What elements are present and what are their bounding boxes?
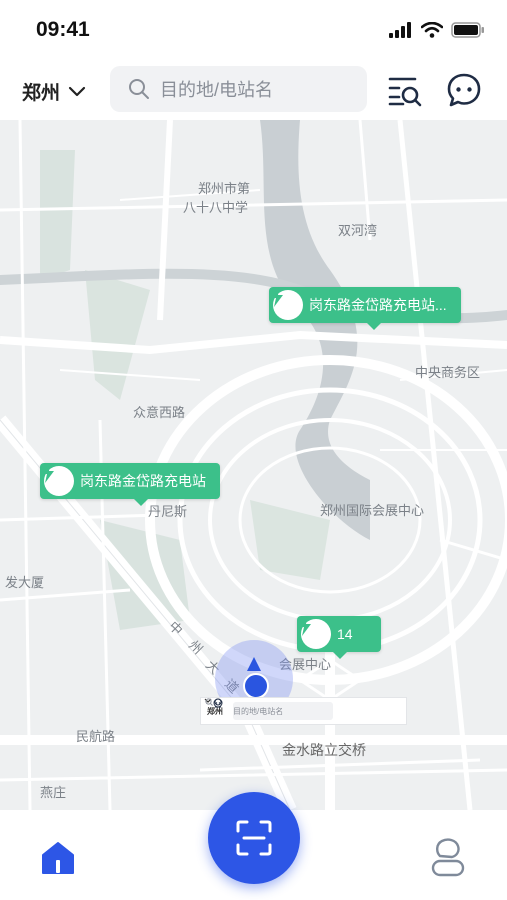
message-icon: [213, 698, 223, 708]
search-input[interactable]: 目的地/电站名: [110, 66, 367, 112]
map-label: 双河湾: [338, 223, 378, 238]
location-dot: [243, 673, 269, 699]
map-label: 丹尼斯: [148, 504, 188, 519]
search-placeholder: 目的地/电站名: [160, 80, 274, 100]
profile-icon[interactable]: [430, 838, 466, 878]
map-label: 郑州市第: [198, 181, 251, 196]
map-label: 中央商务区: [415, 365, 481, 380]
mini-header-preview: 郑州 目的地/电站名: [200, 697, 407, 725]
map-label: 众意西路: [133, 405, 186, 420]
map-label: 郑州国际会展中心: [320, 503, 425, 518]
status-icons: [389, 22, 485, 38]
search-icon: [129, 79, 149, 99]
map-label: 金水路立交桥: [282, 742, 366, 758]
signal-icon: [389, 22, 411, 38]
home-icon[interactable]: [40, 840, 76, 876]
top-header: 郑州 目的地/电站名: [0, 60, 507, 120]
lightning-icon: [42, 463, 74, 496]
scan-icon: [236, 820, 272, 856]
mini-search-input: 目的地/电站名: [205, 698, 333, 720]
status-bar: 09:41: [0, 0, 507, 60]
station-pin-label: 岗东路金岱路充电站: [80, 473, 206, 489]
station-pin-label: 14: [337, 626, 353, 642]
chevron-down-icon: [68, 86, 86, 96]
station-pin[interactable]: 14: [297, 616, 381, 659]
city-selector[interactable]: 郑州: [22, 78, 86, 105]
battery-icon: [451, 22, 484, 38]
map-label: 发大厦: [5, 575, 45, 590]
wifi-icon: [421, 22, 443, 38]
list-search-icon[interactable]: [387, 72, 423, 108]
map-label: 民航路: [76, 729, 116, 744]
map-label: 八十八中学: [183, 200, 249, 215]
map-label: 燕庄: [40, 785, 67, 800]
lightning-icon: [299, 616, 331, 649]
station-pin-label: 岗东路金岱路充电站...: [309, 297, 447, 313]
message-icon[interactable]: [446, 72, 482, 108]
lightning-icon: [271, 287, 303, 320]
scan-button[interactable]: [208, 792, 300, 884]
status-time: 09:41: [36, 18, 90, 41]
city-label: 郑州: [22, 83, 61, 104]
station-pin[interactable]: 岗东路金岱路充电站: [40, 463, 220, 506]
map-view[interactable]: 郑州市第 八十八中学 双河湾 中央商务区 众意西路 丹尼斯 郑州国际会展中心 发…: [0, 120, 507, 810]
heading-arrow-icon: [247, 657, 261, 671]
station-pin[interactable]: 岗东路金岱路充电站...: [269, 287, 461, 330]
search-icon: [205, 698, 213, 706]
mini-search-placeholder: 目的地/电站名: [233, 706, 284, 716]
